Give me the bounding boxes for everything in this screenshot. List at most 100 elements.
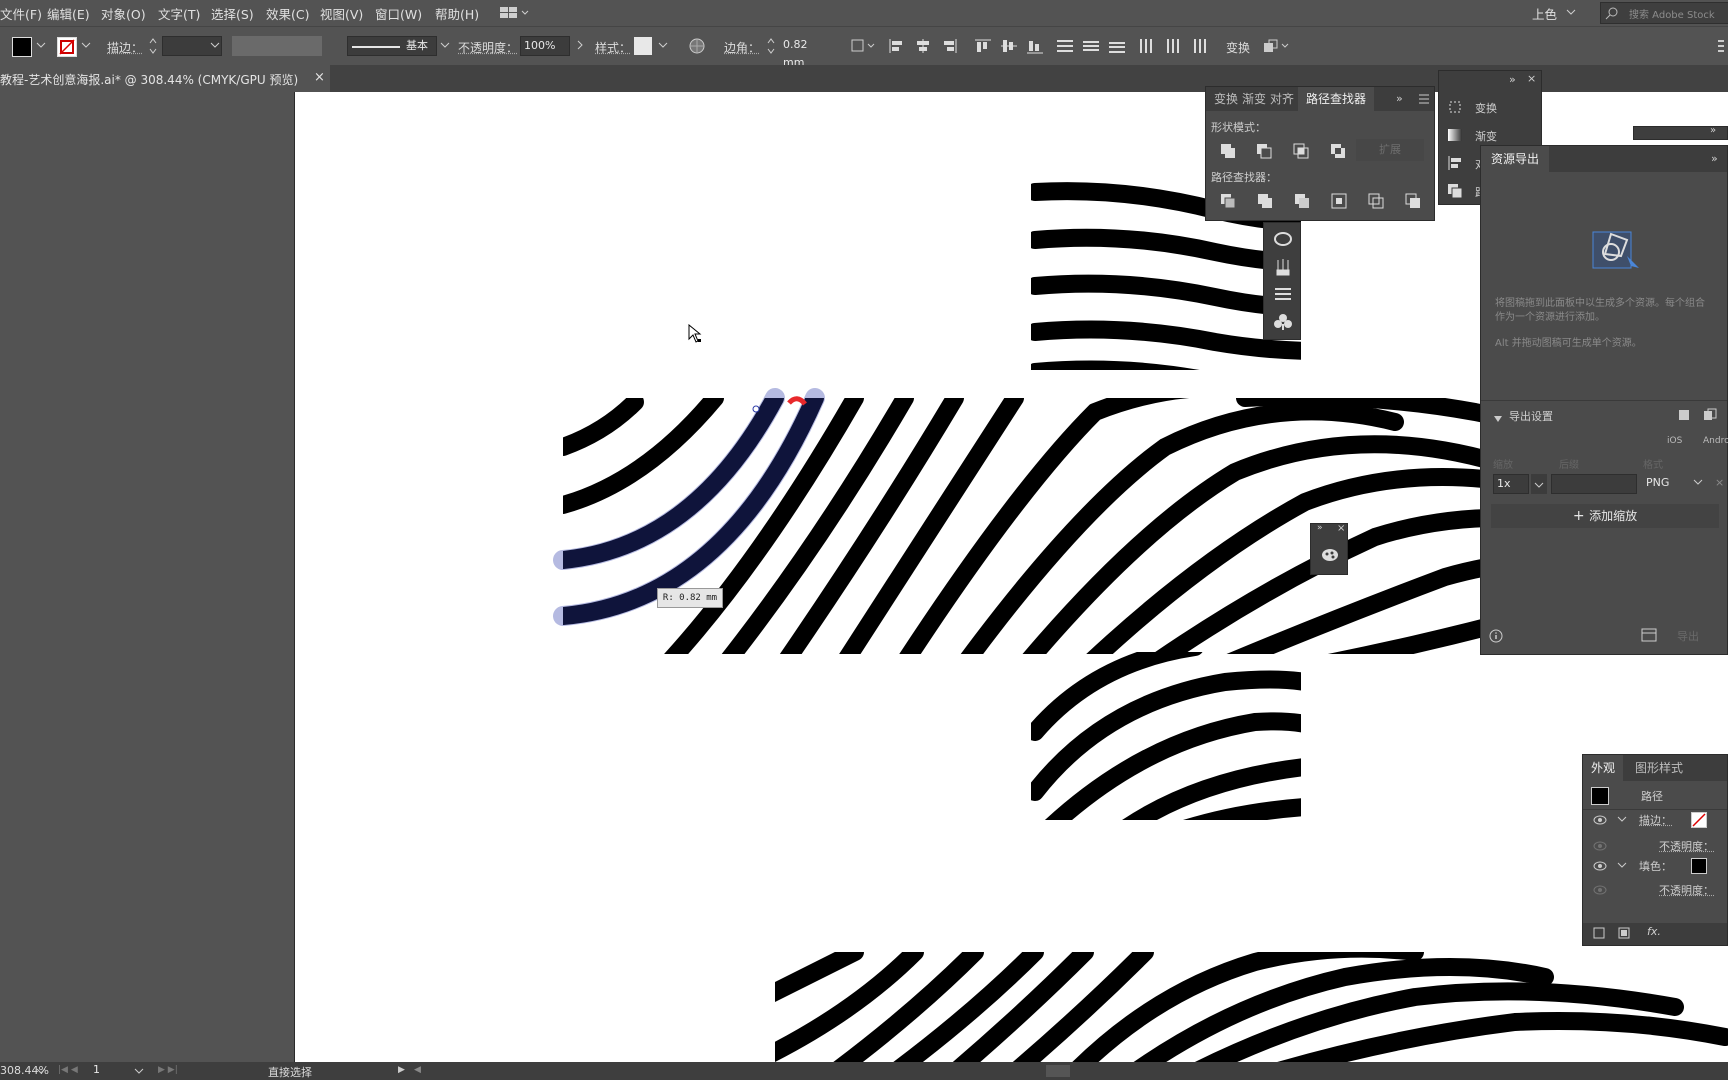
expand-button[interactable]: 扩展 (1356, 139, 1424, 161)
artboard-number[interactable]: 1 (90, 1062, 130, 1079)
chevron-down-icon[interactable] (36, 41, 46, 52)
chevron-down-icon[interactable] (1493, 412, 1503, 426)
fill-row-label[interactable]: 填色： (1639, 858, 1672, 874)
close-icon[interactable]: × (314, 70, 325, 85)
exclude-icon[interactable] (1330, 143, 1346, 159)
stroke-row-label[interactable]: 描边： (1639, 812, 1672, 828)
pathfinder-icon[interactable] (1447, 183, 1463, 199)
anchor-point[interactable] (753, 406, 759, 412)
eye-icon[interactable] (1593, 814, 1607, 828)
trim-icon[interactable] (1257, 193, 1273, 209)
tab-gradient[interactable]: 渐变 (1242, 87, 1266, 111)
chevron-down-icon[interactable] (134, 1066, 144, 1079)
scale-select[interactable]: 1x (1493, 474, 1529, 494)
menu-help[interactable]: 帮助(H) (435, 4, 479, 23)
align-left-icon[interactable] (888, 38, 906, 57)
android-preset-icon[interactable] (1703, 408, 1719, 424)
stock-search-input[interactable]: 搜索 Adobe Stock (1600, 2, 1728, 24)
horizontal-scrollbar-thumb[interactable] (1046, 1065, 1070, 1077)
creative-cloud-libraries-icon[interactable] (1274, 231, 1290, 247)
fill-opacity-label[interactable]: 不透明度： (1659, 882, 1714, 898)
collapse-icon[interactable]: » (1710, 125, 1716, 136)
add-effect-icon[interactable]: fx. (1647, 925, 1661, 938)
collapse-icon[interactable]: » (1509, 73, 1516, 86)
isolate-icon[interactable] (1262, 38, 1292, 57)
panel-menu-icon[interactable] (1716, 38, 1726, 57)
menu-type[interactable]: 文字(T) (158, 4, 200, 23)
menu-select[interactable]: 选择(S) (211, 4, 254, 23)
android-label[interactable]: Android (1703, 436, 1728, 446)
ios-preset-icon[interactable] (1677, 408, 1693, 424)
chevron-down-icon[interactable] (440, 41, 450, 52)
chevron-down-icon[interactable] (1617, 813, 1627, 827)
close-icon[interactable]: × (1337, 523, 1345, 534)
tab-appearance[interactable]: 外观 (1583, 755, 1623, 781)
add-scale-button[interactable]: + 添加缩放 (1491, 504, 1719, 528)
close-icon[interactable]: × (1527, 72, 1536, 85)
shape-type-icon[interactable] (850, 38, 876, 57)
distribute-left-icon[interactable] (1138, 38, 1156, 57)
divide-icon[interactable] (1220, 193, 1236, 209)
align-icon[interactable] (1447, 155, 1463, 171)
chevron-right-icon[interactable] (576, 40, 584, 53)
document-tab[interactable]: 教程-艺术创意海报.ai* @ 308.44% (CMYK/GPU 预览) × (0, 65, 330, 92)
eye-icon[interactable] (1593, 860, 1607, 874)
graphic-style-swatch[interactable] (634, 37, 652, 55)
stroke-none-swatch[interactable] (1691, 812, 1707, 828)
transform-icon[interactable] (1447, 99, 1463, 115)
ios-label[interactable]: iOS (1667, 436, 1682, 446)
distribute-top-icon[interactable] (1056, 38, 1074, 57)
info-icon[interactable] (1489, 629, 1503, 646)
dock-item-transform[interactable]: 变换 (1475, 100, 1497, 116)
corner-radius-field[interactable]: 0.82 mm (780, 36, 832, 56)
tab-transform[interactable]: 变换 (1214, 87, 1238, 111)
eye-icon[interactable] (1593, 840, 1607, 854)
arrange-documents-icon[interactable] (500, 6, 530, 23)
add-fill-icon[interactable] (1618, 927, 1630, 942)
brush-definition[interactable]: 基本 (347, 36, 437, 56)
chevron-right-icon[interactable]: ▶ (398, 1065, 405, 1075)
scroll-left-icon[interactable]: ◀ (414, 1065, 421, 1075)
first-artboard-icon[interactable]: |◀ ◀ (58, 1065, 78, 1075)
menu-view[interactable]: 视图(V) (320, 4, 363, 23)
stepper-icon[interactable] (148, 36, 158, 59)
merge-icon[interactable] (1294, 193, 1310, 209)
chevron-down-icon[interactable] (658, 41, 668, 52)
fill-black-swatch[interactable] (1691, 858, 1707, 874)
fill-swatch[interactable] (12, 37, 32, 57)
panel-menu-icon[interactable] (1418, 93, 1430, 108)
align-bottom-icon[interactable] (1026, 38, 1044, 57)
color-guide-icon[interactable] (1321, 546, 1337, 562)
unite-icon[interactable] (1220, 143, 1236, 159)
export-button[interactable]: 导出 (1677, 628, 1699, 644)
corner-widget[interactable] (789, 399, 805, 404)
add-stroke-icon[interactable] (1593, 927, 1605, 942)
chevron-down-icon[interactable] (1566, 6, 1576, 20)
menu-file[interactable]: 文件(F) (0, 4, 42, 23)
export-settings-header[interactable]: 导出设置 (1509, 408, 1553, 424)
corner-label[interactable]: 边角： (724, 39, 760, 56)
transform-link[interactable]: 变换 (1226, 39, 1250, 56)
intersect-icon[interactable] (1293, 143, 1309, 159)
stepper-icon[interactable] (766, 36, 776, 59)
chevron-down-icon[interactable] (1617, 859, 1627, 873)
align-center-v-icon[interactable] (1000, 38, 1018, 57)
variable-width-profile[interactable] (232, 36, 322, 56)
remove-scale-icon[interactable]: × (1715, 476, 1724, 489)
tab-graphic-styles[interactable]: 图形样式 (1635, 755, 1683, 781)
tab-asset-export[interactable]: 资源导出 (1481, 146, 1549, 172)
distribute-bottom-icon[interactable] (1108, 38, 1126, 57)
opacity-field[interactable]: 100% (520, 36, 570, 56)
outline-icon[interactable] (1368, 193, 1384, 209)
menu-effect[interactable]: 效果(C) (266, 4, 309, 23)
last-artboard-icon[interactable]: ▶ ▶| (158, 1065, 178, 1075)
distribute-center-v-icon[interactable] (1082, 38, 1100, 57)
export-for-screens-icon[interactable] (1641, 627, 1657, 646)
minus-front-icon[interactable] (1256, 143, 1272, 159)
recolor-artwork-icon[interactable] (688, 37, 706, 58)
collapse-icon[interactable]: » (1711, 152, 1718, 165)
chevron-down-icon[interactable] (210, 41, 220, 52)
dock-item-gradient[interactable]: 渐变 (1475, 128, 1497, 144)
chevron-down-icon[interactable] (81, 41, 91, 52)
menu-object[interactable]: 对象(O) (101, 4, 146, 23)
